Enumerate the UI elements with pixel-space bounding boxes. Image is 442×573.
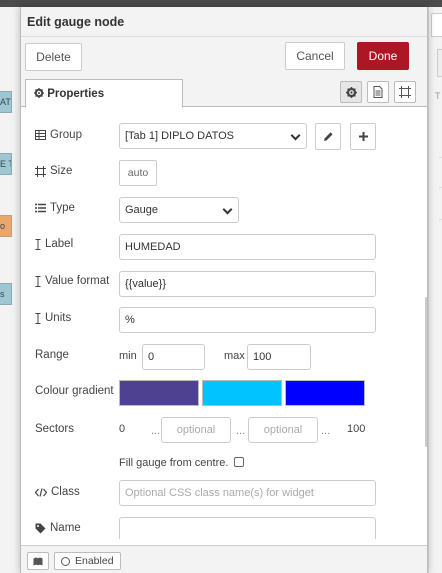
units-input[interactable]: % [119,307,376,333]
frame-icon [399,86,411,98]
sectors-separator: ... [151,425,161,437]
type-label-text: Type [50,202,75,214]
code-icon [35,487,47,497]
plus-icon [358,131,369,142]
edit-group-button[interactable] [315,123,341,150]
document-icon [373,86,383,98]
name-label: Name [35,522,81,534]
tag-icon [35,523,46,534]
group-label: Group [35,129,82,141]
colour-swatch-1[interactable] [119,380,199,406]
table-icon [35,130,46,140]
size-button[interactable]: auto [119,160,157,186]
sectors-label: Sectors [35,423,74,435]
done-button[interactable]: Done [357,42,409,70]
tray-footer: Enabled [21,545,427,573]
gear-icon [34,88,44,98]
gear-icon [345,86,357,98]
range-min-input[interactable]: 0 [142,344,205,370]
tabs-row: Properties [21,77,427,108]
name-input[interactable] [119,517,376,539]
sectors-end: 100 [347,423,366,435]
tab-description[interactable] [367,81,389,103]
tray-toolbar: Delete Cancel Done [21,37,427,77]
node-help-button[interactable] [27,552,49,570]
resize-icon [35,165,46,177]
enabled-label: Enabled [75,555,114,567]
label-input[interactable]: HUMEDAD [119,234,376,260]
tab-properties-label: Properties [47,88,105,100]
colour-gradient-label: Colour gradient [35,385,114,397]
value-format-label-text: Value format [45,275,110,287]
size-label: Size [35,165,72,177]
flow-node[interactable]: E T [0,153,12,175]
fill-gauge-option[interactable]: Fill gauge from centre. [119,457,244,469]
range-label: Range [35,349,69,361]
tray-title: Edit gauge node [21,7,427,37]
sectors-start: 0 [119,423,126,435]
edit-tray: Edit gauge node Delete Cancel Done Prope… [20,7,428,573]
enabled-toggle[interactable]: Enabled [54,552,121,570]
label-label-text: Label [45,238,74,250]
range-max-input[interactable]: 100 [247,344,311,370]
book-icon [33,557,43,566]
fill-gauge-label: Fill gauge from centre. [119,457,229,469]
sector-1-input[interactable]: optional [161,417,231,443]
cancel-button[interactable]: Cancel [285,42,345,70]
value-format-input[interactable]: {{value}} [119,271,376,297]
range-min-label: min [119,350,137,362]
pencil-icon [323,131,334,142]
list-icon [35,203,46,213]
flow-node[interactable]: o [0,215,12,237]
type-select[interactable]: Gauge [119,197,239,223]
scrollbar[interactable] [425,297,427,447]
colour-swatch-3[interactable] [285,380,365,406]
tab-appearance[interactable] [394,81,416,103]
sector-2-input[interactable]: optional [248,417,318,443]
group-label-text: Group [50,129,82,141]
colour-swatch-2[interactable] [202,380,282,406]
flow-node[interactable]: AT [0,91,12,113]
group-select[interactable]: [Tab 1] DIPLO DATOS [119,123,307,149]
delete-button[interactable]: Delete [25,43,82,71]
class-label: Class [35,486,80,498]
label-label: Label [35,238,73,250]
value-format-label: Value format [35,275,109,287]
name-label-text: Name [50,522,81,534]
sidebar-background-right: T [428,7,442,573]
sectors-separator: ... [236,425,246,437]
add-group-button[interactable] [350,123,376,150]
units-label: Units [35,312,71,324]
text-cursor-icon [35,238,41,250]
sectors-separator: ... [321,425,331,437]
tab-properties[interactable]: Properties [25,79,183,108]
sidebar-tab[interactable] [431,13,442,37]
fill-gauge-checkbox[interactable] [233,457,244,467]
enabled-radio-icon [61,556,70,566]
properties-panel: Group [Tab 1] DIPLO DATOS Size auto Type… [21,107,427,539]
size-label-text: Size [50,165,73,177]
class-input[interactable]: Optional CSS class name(s) for widget [119,480,376,506]
type-label: Type [35,202,75,214]
range-max-label: max [224,350,245,362]
class-label-text: Class [51,486,80,498]
units-label-text: Units [45,312,72,324]
tab-settings[interactable] [340,81,362,103]
sidebar-tab[interactable] [437,49,442,77]
text-cursor-icon [35,312,41,324]
workspace-background-left: AT E T o s [0,7,20,573]
sidebar-label: T [435,91,441,101]
top-strip [0,0,442,7]
flow-node[interactable]: s [0,283,12,305]
text-cursor-icon [35,275,41,287]
